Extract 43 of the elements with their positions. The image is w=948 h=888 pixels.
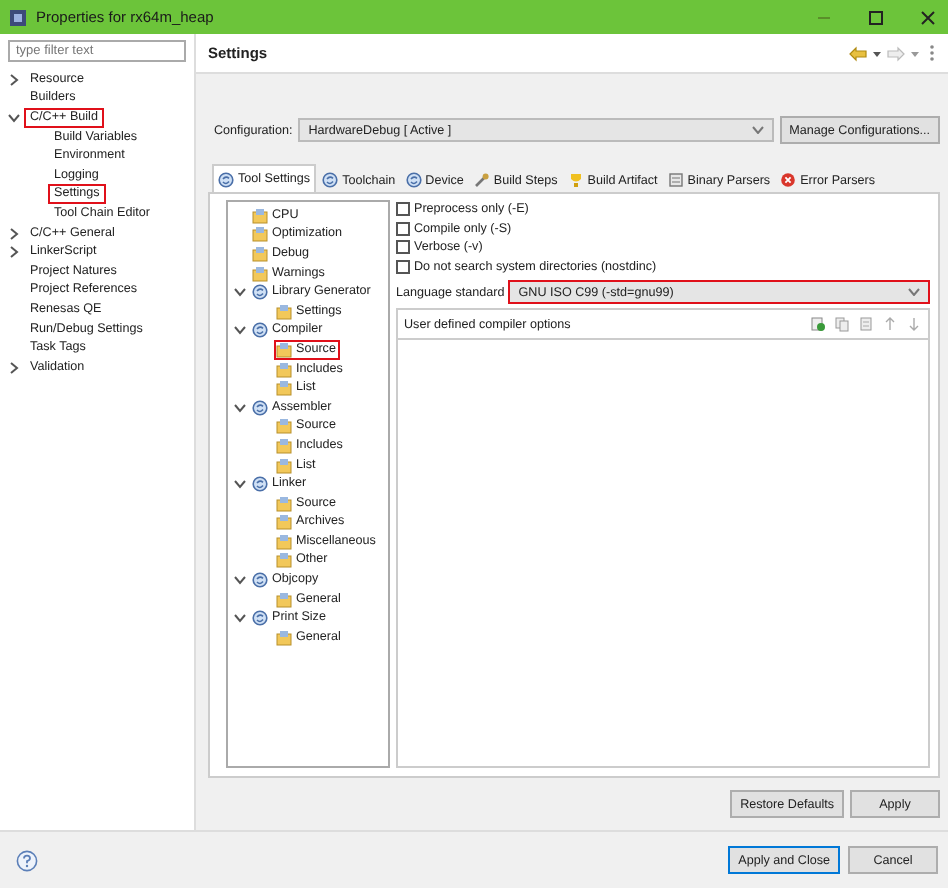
menu-icon[interactable] [928, 44, 936, 62]
tool-icon [252, 399, 268, 416]
collapse-chevron-icon[interactable] [8, 361, 20, 374]
collapse-chevron-icon[interactable] [8, 73, 20, 86]
checkbox[interactable] [396, 260, 410, 275]
error-icon [780, 172, 797, 188]
folder-icon [276, 629, 292, 646]
expand-chevron-icon[interactable] [234, 612, 246, 625]
caret-icon [751, 126, 764, 134]
folder-icon [276, 341, 292, 358]
app-icon [8, 7, 28, 27]
folder-icon [252, 265, 268, 282]
back-arrow-icon[interactable] [848, 45, 868, 61]
tool-icon [252, 284, 268, 301]
tool-icon [405, 172, 422, 188]
add-icon[interactable] [810, 316, 826, 333]
expand-chevron-icon[interactable] [234, 401, 246, 414]
folder-icon [276, 591, 292, 608]
collapse-chevron-icon[interactable] [8, 246, 20, 259]
folder-icon [276, 303, 292, 320]
expand-chevron-icon[interactable] [234, 286, 246, 299]
folder-icon [276, 457, 292, 474]
document-icon [667, 172, 684, 188]
wrench-icon [473, 172, 490, 188]
tool-icon [252, 610, 268, 627]
maximize-icon[interactable] [868, 9, 884, 25]
tool-icon [252, 476, 268, 493]
tool-icon [252, 572, 268, 589]
tool-icon [322, 172, 339, 188]
checkbox[interactable] [396, 221, 410, 236]
checkbox[interactable] [396, 202, 410, 217]
collapse-chevron-icon[interactable] [8, 227, 20, 240]
checkbox[interactable] [396, 240, 410, 255]
tool-icon [252, 322, 268, 339]
expand-chevron-icon[interactable] [234, 324, 246, 337]
expand-chevron-icon[interactable] [8, 111, 20, 124]
trophy-icon [567, 172, 584, 188]
tool-icon [218, 171, 234, 187]
expand-chevron-icon[interactable] [234, 574, 246, 587]
expand-chevron-icon[interactable] [234, 478, 246, 491]
caret-icon [908, 288, 920, 297]
help-icon[interactable] [16, 849, 38, 871]
close-icon[interactable] [920, 9, 936, 25]
